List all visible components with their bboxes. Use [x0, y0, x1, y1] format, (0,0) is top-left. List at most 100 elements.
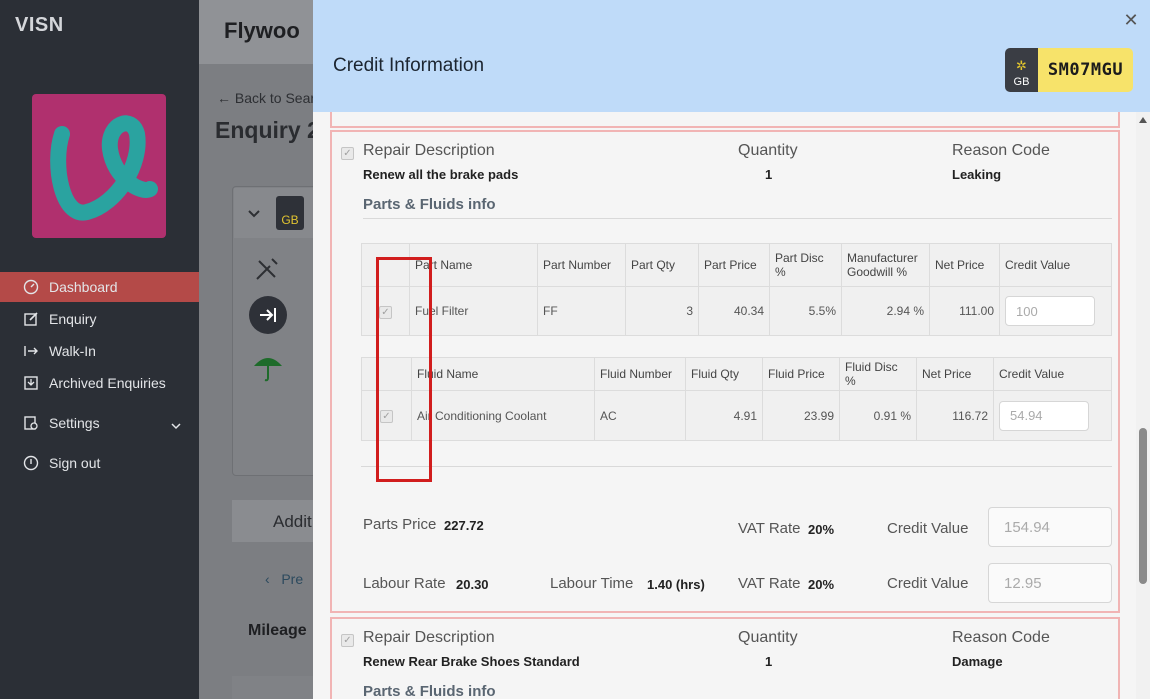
- repair-item: ✓ Repair Description Renew Rear Brake Sh…: [330, 617, 1120, 699]
- chevron-down-icon[interactable]: [248, 205, 260, 223]
- sidebar-item-label: Enquiry: [49, 311, 97, 327]
- part-name-cell: Fuel Filter: [409, 286, 538, 336]
- part-credit-input[interactable]: 100: [1005, 296, 1095, 326]
- previous-link[interactable]: ‹ Pre: [265, 571, 303, 587]
- column-header: Part Price: [698, 243, 770, 287]
- registration-plate: ✲ GB SM07MGU: [1005, 48, 1133, 92]
- modal-scrollbar[interactable]: [1136, 112, 1150, 699]
- modal-title: Credit Information: [333, 55, 485, 76]
- sidebar-item-dashboard[interactable]: Dashboard: [0, 272, 199, 302]
- scroll-up-arrow-icon[interactable]: [1139, 117, 1147, 123]
- column-header: Fluid Name: [411, 357, 595, 391]
- previous-link-label: Pre: [281, 571, 304, 587]
- column-header: Fluid Number: [594, 357, 686, 391]
- plate-registration: SM07MGU: [1038, 48, 1133, 92]
- quantity-label: Quantity: [738, 142, 798, 159]
- sidebar-item-walk-in[interactable]: Walk-In: [0, 336, 199, 366]
- repair-checkbox[interactable]: ✓: [341, 147, 354, 160]
- sidebar-item-label: Archived Enquiries: [49, 375, 166, 391]
- repair-description-value: Renew all the brake pads: [363, 167, 519, 182]
- mileage-label: Mileage: [248, 622, 307, 639]
- divider: [363, 218, 1112, 219]
- fluid-name-cell: Air Conditioning Coolant: [411, 390, 595, 441]
- modal-body: ✓ Repair Description Renew all the brake…: [313, 96, 1150, 699]
- part-number-cell: FF: [537, 286, 626, 336]
- app-logo: [32, 94, 166, 238]
- dashboard-icon: [22, 278, 40, 296]
- repair-checkbox[interactable]: ✓: [341, 634, 354, 647]
- column-header: Net Price: [929, 243, 1000, 287]
- reason-code-label: Reason Code: [952, 142, 1050, 159]
- back-link-label: Back to Sear: [234, 90, 316, 106]
- back-to-search-link[interactable]: ← Back to Sear: [217, 90, 315, 106]
- part-price-cell: 40.34: [698, 286, 770, 336]
- action-arrow-icon[interactable]: [249, 296, 287, 334]
- parts-price-value: 227.72: [444, 518, 484, 533]
- scroll-thumb[interactable]: [1139, 428, 1147, 584]
- column-header: Part Name: [409, 243, 538, 287]
- select-column-header: [361, 357, 412, 391]
- chevron-down-icon: [171, 417, 181, 433]
- reason-code-value: Damage: [952, 654, 1003, 669]
- labour-time-value: 1.40 (hrs): [647, 577, 705, 592]
- net-price-cell: 111.00: [929, 286, 1000, 336]
- credit-value-cell: 100: [999, 286, 1112, 336]
- table-row: ✓ Air Conditioning Coolant AC 4.91 23.99…: [361, 390, 1112, 441]
- part-qty-cell: 3: [625, 286, 699, 336]
- archive-icon: [22, 374, 40, 392]
- fluid-price-cell: 23.99: [762, 390, 840, 441]
- page-header-title: Flywoo: [224, 18, 300, 43]
- labour-rate-label: Labour Rate: [363, 575, 446, 592]
- sidebar-item-archived[interactable]: Archived Enquiries: [0, 368, 199, 398]
- sidebar-item-settings[interactable]: Settings: [0, 408, 199, 438]
- credit-value-label: Credit Value: [887, 575, 969, 592]
- column-header: Fluid Disc %: [839, 357, 917, 391]
- parts-credit-input[interactable]: 154.94: [988, 507, 1112, 547]
- enquiry-title: Enquiry 2: [215, 117, 320, 143]
- credit-information-modal: ✕ Credit Information ✲ GB SM07MGU ✓ Repa…: [313, 0, 1150, 699]
- repair-description-label: Repair Description: [363, 142, 495, 159]
- column-header: Fluid Price: [762, 357, 840, 391]
- sidebar-item-enquiry[interactable]: Enquiry: [0, 304, 199, 334]
- labour-rate-value: 20.30: [456, 577, 489, 592]
- labour-time-label: Labour Time: [550, 575, 634, 592]
- sidebar-item-sign-out[interactable]: Sign out: [0, 448, 199, 478]
- column-header: Part Qty: [625, 243, 699, 287]
- table-row: ✓ Fuel Filter FF 3 40.34 5.5% 2.94 % 111…: [361, 286, 1112, 336]
- close-icon[interactable]: ✕: [1121, 10, 1141, 30]
- power-icon: [22, 454, 40, 472]
- part-checkbox[interactable]: ✓: [379, 305, 392, 319]
- goodwill-cell: 2.94 %: [841, 286, 930, 336]
- column-header: Credit Value: [993, 357, 1112, 391]
- tools-icon: [254, 256, 280, 288]
- repair-description-value: Renew Rear Brake Shoes Standard: [363, 654, 580, 669]
- umbrella-icon: [252, 352, 284, 391]
- repair-item: ✓ Repair Description Renew all the brake…: [330, 130, 1120, 613]
- fluids-table: Fluid Name Fluid Number Fluid Qty Fluid …: [361, 357, 1112, 441]
- row-select-cell: ✓: [361, 286, 410, 336]
- fluid-number-cell: AC: [594, 390, 686, 441]
- sidebar-item-label: Walk-In: [49, 343, 96, 359]
- vat-rate-value: 20%: [808, 577, 835, 592]
- quantity-value: 1: [765, 167, 773, 182]
- eu-stars-icon: ✲: [1016, 58, 1027, 73]
- parts-table: Part Name Part Number Part Qty Part Pric…: [361, 243, 1112, 336]
- credit-value-cell: 54.94: [993, 390, 1112, 441]
- fluids-header-row: Fluid Name Fluid Number Fluid Qty Fluid …: [361, 357, 1112, 391]
- labour-credit-input[interactable]: 12.95: [988, 563, 1112, 603]
- column-header: Credit Value: [999, 243, 1112, 287]
- bottom-row: [232, 676, 322, 699]
- fluid-credit-input[interactable]: 54.94: [999, 400, 1089, 431]
- quantity-label: Quantity: [738, 629, 798, 646]
- fluid-checkbox[interactable]: ✓: [380, 410, 393, 423]
- row-select-cell: ✓: [361, 390, 412, 441]
- parts-header-row: Part Name Part Number Part Qty Part Pric…: [361, 243, 1112, 287]
- fluid-qty-cell: 4.91: [685, 390, 763, 441]
- vat-rate-label: VAT Rate: [738, 520, 801, 537]
- column-header: Manufacturer Goodwill %: [841, 243, 930, 287]
- sidebar-item-label: Dashboard: [49, 279, 118, 295]
- parts-fluids-title: Parts & Fluids info: [363, 683, 496, 699]
- vat-rate-label: VAT Rate: [738, 575, 801, 592]
- modal-header: ✕ Credit Information ✲ GB SM07MGU: [313, 0, 1150, 112]
- reason-code-label: Reason Code: [952, 629, 1050, 646]
